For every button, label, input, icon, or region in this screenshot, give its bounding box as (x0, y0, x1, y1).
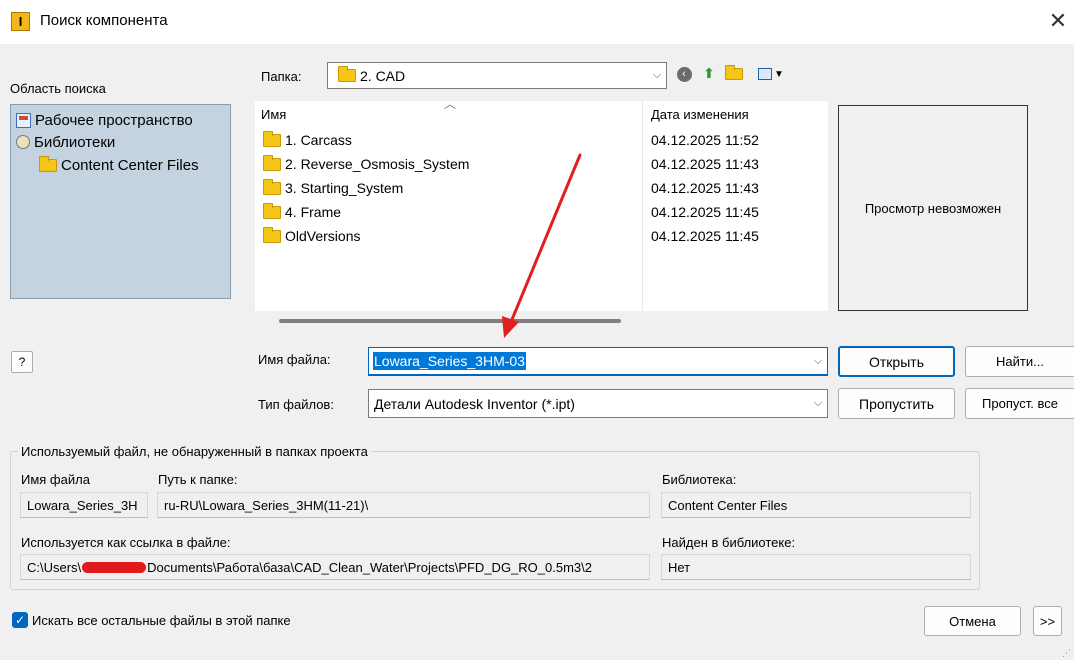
scope-item-content-center[interactable]: Content Center Files (39, 154, 199, 176)
path-field: ru-RU\Lowara_Series_3HM(11-21)\ (157, 492, 650, 518)
folder-icon (338, 66, 356, 82)
referenced-value-tail: Documents\Работа\база\CAD_Clean_Water\Pr… (147, 559, 592, 575)
folder-combobox[interactable]: 2. CAD ⌵ (327, 62, 667, 89)
path-label: Путь к папке: (158, 472, 238, 487)
group-title: Используемый файл, не обнаруженный в пап… (18, 444, 371, 459)
preview-text: Просмотр невозможен (864, 200, 1002, 216)
file-name: 1. Carcass (285, 132, 352, 148)
find-button[interactable]: Найти... (965, 346, 1074, 377)
new-folder-icon[interactable] (725, 65, 743, 83)
skip-button[interactable]: Пропустить (838, 388, 955, 419)
file-date: 04.12.2025 11:45 (651, 204, 759, 220)
scope-label: Область поиска (10, 81, 106, 96)
referenced-field: C:\Users\ Documents\Работа\база\CAD_Clean… (20, 554, 650, 580)
file-name: 4. Frame (285, 204, 342, 220)
redaction-mark (82, 561, 147, 573)
library-value: Content Center Files (668, 497, 788, 513)
file-row[interactable]: OldVersions (263, 225, 360, 247)
file-name: 3. Starting_System (285, 180, 404, 196)
chevron-down-icon: ⌵ (813, 354, 823, 367)
horizontal-scrollbar[interactable] (279, 319, 621, 323)
view-menu-icon[interactable]: ▼ (754, 65, 788, 83)
more-button[interactable]: >> (1033, 606, 1062, 636)
referenced-value: C:\Users\ (27, 559, 82, 575)
file-list[interactable]: ︿ Имя Дата изменения 1. Carcass 04.12.20… (255, 97, 828, 311)
cancel-button[interactable]: Отмена (924, 606, 1021, 636)
file-date: 04.12.2025 11:45 (651, 228, 759, 244)
file-row[interactable]: 2. Reverse_Osmosis_System (263, 153, 469, 175)
folder-icon (263, 154, 281, 171)
scope-item-label: Рабочее пространство (35, 111, 193, 129)
folder-icon (263, 202, 281, 219)
folder-icon (263, 226, 281, 243)
scope-item-libraries[interactable]: Библиотеки (16, 131, 115, 153)
libraries-icon (16, 135, 30, 149)
scope-item-label: Библиотеки (34, 133, 116, 151)
folder-icon (39, 155, 57, 172)
unresolved-filename-value: Lowara_Series_3H (27, 497, 138, 513)
filename-input[interactable]: Lowara_Series_3HM-03 (373, 352, 526, 370)
referenced-label: Используется как ссылка в файле: (21, 535, 231, 550)
column-header-date[interactable]: Дата изменения (651, 107, 749, 122)
search-all-label: Искать все остальные файлы в этой папке (32, 613, 291, 628)
preview-pane: Просмотр невозможен (838, 105, 1028, 311)
resize-grip-icon[interactable]: ⋰ (1062, 648, 1071, 659)
window-title: Поиск компонента (40, 12, 168, 29)
open-button[interactable]: Открыть (838, 346, 955, 377)
chevron-down-icon: ⌵ (813, 397, 823, 409)
file-name: 2. Reverse_Osmosis_System (285, 156, 470, 172)
up-folder-icon[interactable]: ⬆ (700, 64, 718, 82)
filetype-value: Детали Autodesk Inventor (*.ipt) (374, 395, 575, 412)
filetype-label: Тип файлов: (258, 397, 334, 412)
folder-label: Папка: (261, 69, 302, 84)
file-row[interactable]: 3. Starting_System (263, 177, 403, 199)
sort-ascending-icon: ︿ (444, 97, 457, 111)
file-date: 04.12.2025 11:43 (651, 156, 759, 172)
filename-label: Имя файла: (258, 352, 331, 367)
library-label: Библиотека: (662, 472, 737, 487)
back-icon[interactable]: ‹ (675, 65, 693, 83)
scope-item-label: Content Center Files (61, 156, 199, 174)
scope-tree: Рабочее пространство Библиотеки Content … (10, 104, 231, 299)
close-icon[interactable]: ✕ (1046, 8, 1070, 34)
workspace-icon (16, 112, 31, 128)
help-icon[interactable]: ? (11, 351, 33, 373)
folder-icon (263, 178, 281, 195)
file-name: OldVersions (285, 228, 361, 244)
found-label: Найден в библиотеке: (662, 535, 796, 550)
inventor-app-icon: I (11, 12, 30, 31)
search-all-checkbox[interactable]: ✓ (12, 612, 28, 628)
found-field: Нет (661, 554, 971, 580)
unresolved-filename-field: Lowara_Series_3H (20, 492, 148, 518)
folder-icon (263, 130, 281, 147)
file-date: 04.12.2025 11:43 (651, 180, 759, 196)
file-date: 04.12.2025 11:52 (651, 132, 759, 148)
found-value: Нет (668, 559, 691, 575)
column-header-name[interactable]: Имя (261, 107, 286, 122)
file-row[interactable]: 4. Frame (263, 201, 341, 223)
scope-item-workspace[interactable]: Рабочее пространство (16, 109, 193, 131)
chevron-down-icon: ⌵ (652, 69, 662, 81)
folder-value: 2. CAD (360, 67, 406, 84)
unresolved-filename-label: Имя файла (21, 472, 90, 487)
path-value: ru-RU\Lowara_Series_3HM(11-21)\ (164, 497, 369, 513)
filename-combobox[interactable]: Lowara_Series_3HM-03 ⌵ (368, 347, 828, 376)
skip-all-button[interactable]: Пропуст. все (965, 388, 1074, 419)
filetype-combobox[interactable]: Детали Autodesk Inventor (*.ipt) ⌵ (368, 389, 828, 418)
library-field: Content Center Files (661, 492, 971, 518)
file-row[interactable]: 1. Carcass (263, 129, 352, 151)
